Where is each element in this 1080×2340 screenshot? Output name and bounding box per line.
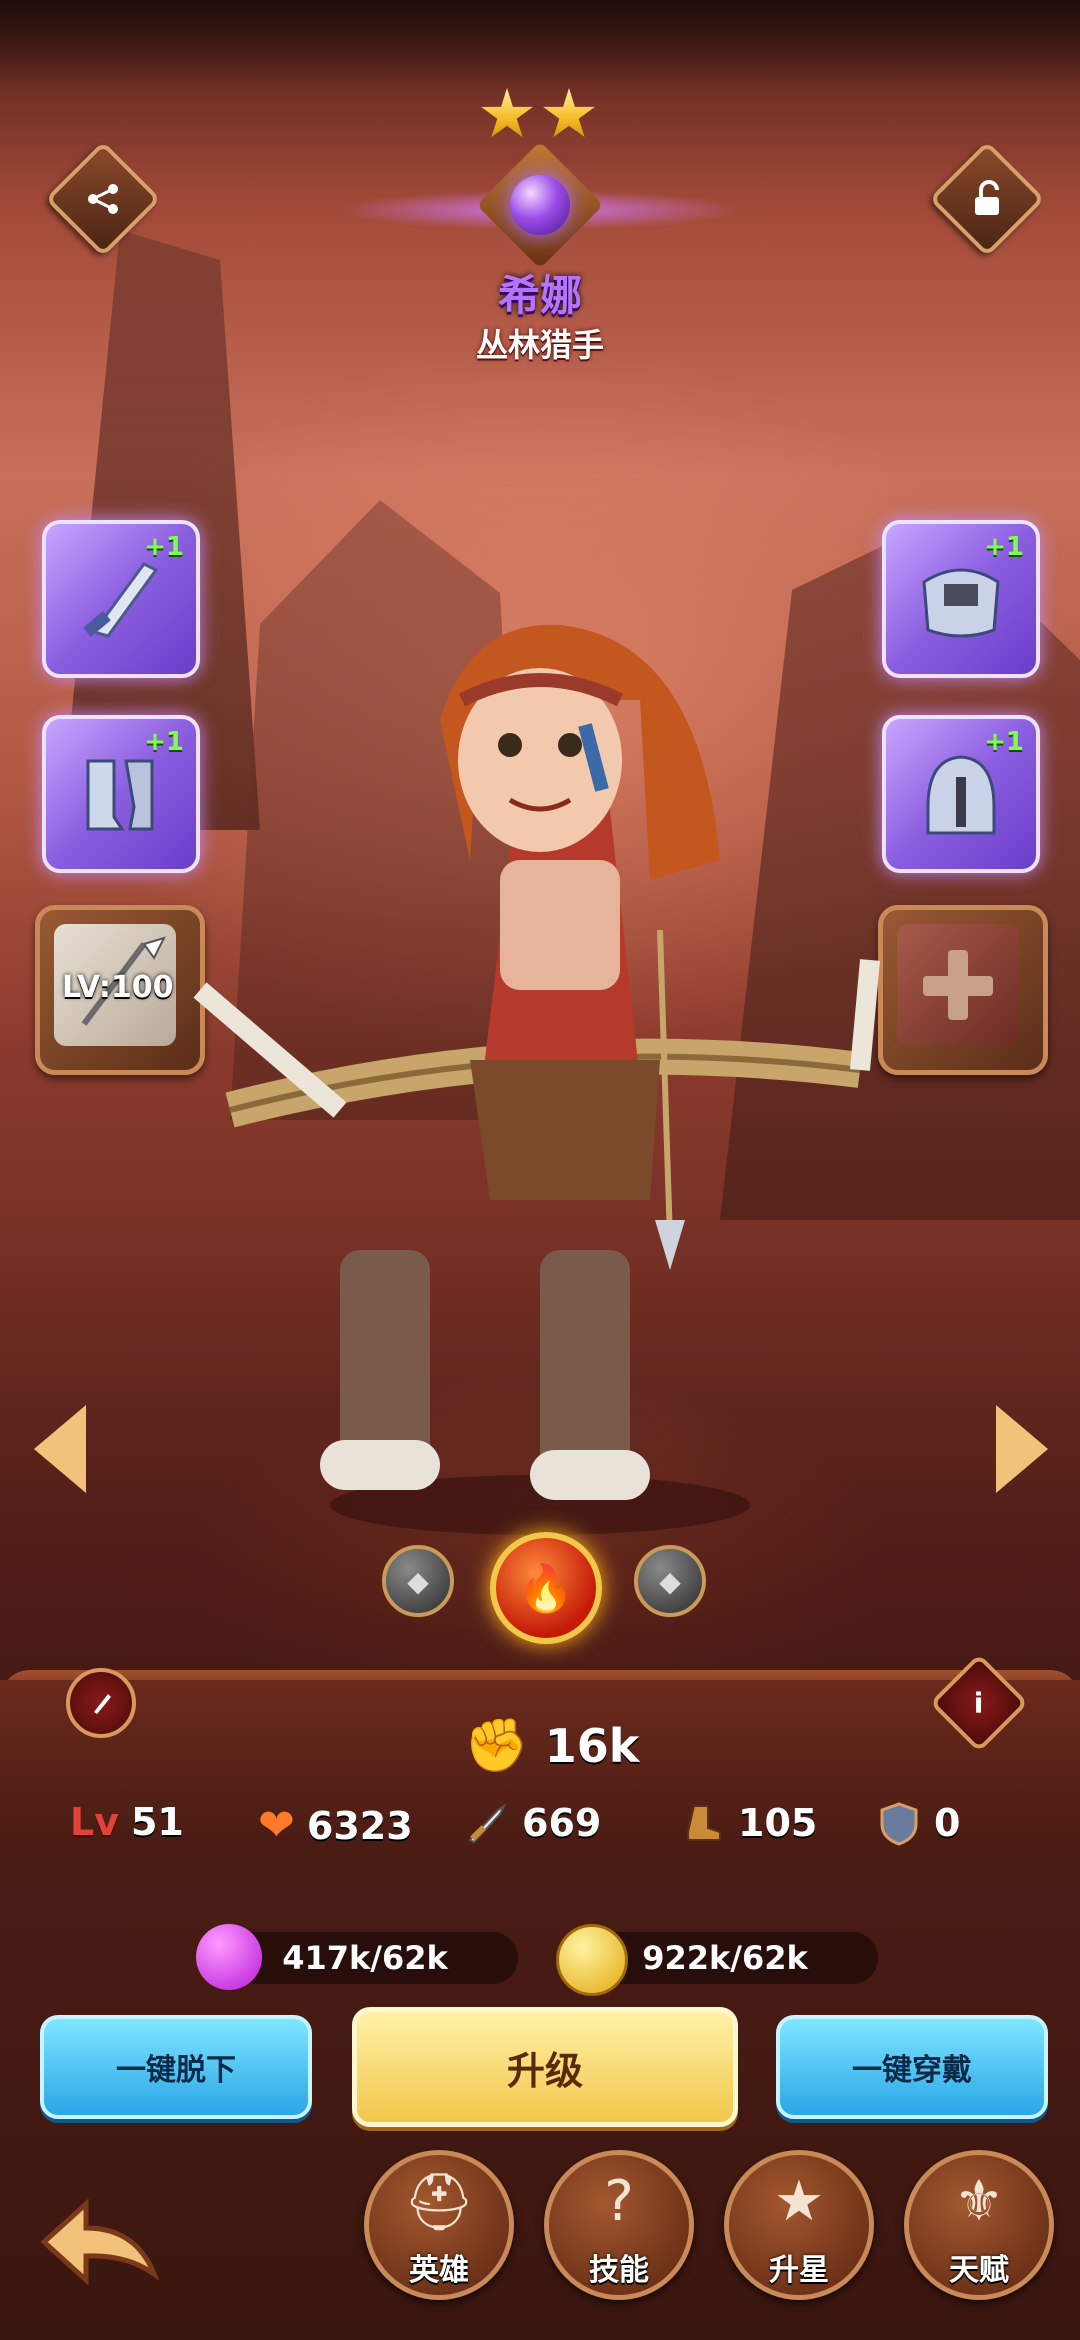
level-value: 51 [130,1800,184,1844]
speed-value: 105 [738,1801,818,1845]
sword-icon [468,1803,507,1844]
level-stat: Lv 51 [70,1800,184,1844]
nav-star-up[interactable]: ★ 升星 [724,2150,874,2300]
nav-talent[interactable]: ⚜ 天赋 [904,2150,1054,2300]
heart-icon: ❤ [258,1800,295,1851]
nav-talent-label: 天赋 [949,2253,1009,2288]
fire-element-icon[interactable]: 🔥 [490,1532,602,1644]
water-element-icon[interactable]: ◆ [382,1545,454,1617]
hero-character [193,624,880,1535]
nav-star-up-label: 升星 [769,2253,829,2288]
power-value: 16k [544,1718,640,1773]
health-value: 6323 [306,1803,413,1848]
shield-icon [880,1802,918,1846]
defense-stat: 0 [876,1800,960,1846]
nav-skills-label: 技能 [589,2253,649,2288]
speed-stat: 105 [680,1800,817,1846]
nav-heroes-label: 英雄 [409,2253,469,2288]
power-display: ✊ 16k [464,1715,639,1776]
potion-value: 417k/62k [282,1939,448,1977]
unequip-all-button[interactable]: 一键脱下 [40,2015,312,2119]
equip-all-button[interactable]: 一键穿戴 [776,2015,1048,2119]
upgrade-button[interactable]: 升级 [352,2007,738,2127]
attack-stat: 669 [464,1800,601,1846]
health-stat: ❤ 6323 [258,1800,413,1851]
info-icon: i [974,1686,984,1720]
earth-element-icon[interactable]: ◆ [634,1545,706,1617]
nav-heroes[interactable]: ⛑ 英雄 [364,2150,514,2300]
defense-value: 0 [934,1801,961,1845]
gold-value: 922k/62k [642,1939,808,1977]
star-icon: ★ [773,2169,825,2234]
question-icon: ? [604,2169,634,2234]
dagger-icon [94,1694,111,1714]
level-label: Lv [70,1800,119,1844]
fleur-icon: ⚜ [953,2169,1005,2234]
nav-skills[interactable]: ? 技能 [544,2150,694,2300]
back-arrow-icon[interactable] [36,2196,166,2286]
previous-hero-arrow[interactable] [34,1405,86,1493]
viking-helmet-icon: ⛑ [403,2170,475,2235]
fist-icon: ✊ [464,1716,529,1776]
next-hero-arrow[interactable] [996,1405,1048,1493]
potion-resource: 417k/62k [196,1924,518,1990]
boot-icon [687,1805,721,1841]
attack-value: 669 [522,1801,602,1845]
gold-resource: 922k/62k [556,1924,878,1996]
weapon-info-button[interactable] [66,1668,136,1738]
